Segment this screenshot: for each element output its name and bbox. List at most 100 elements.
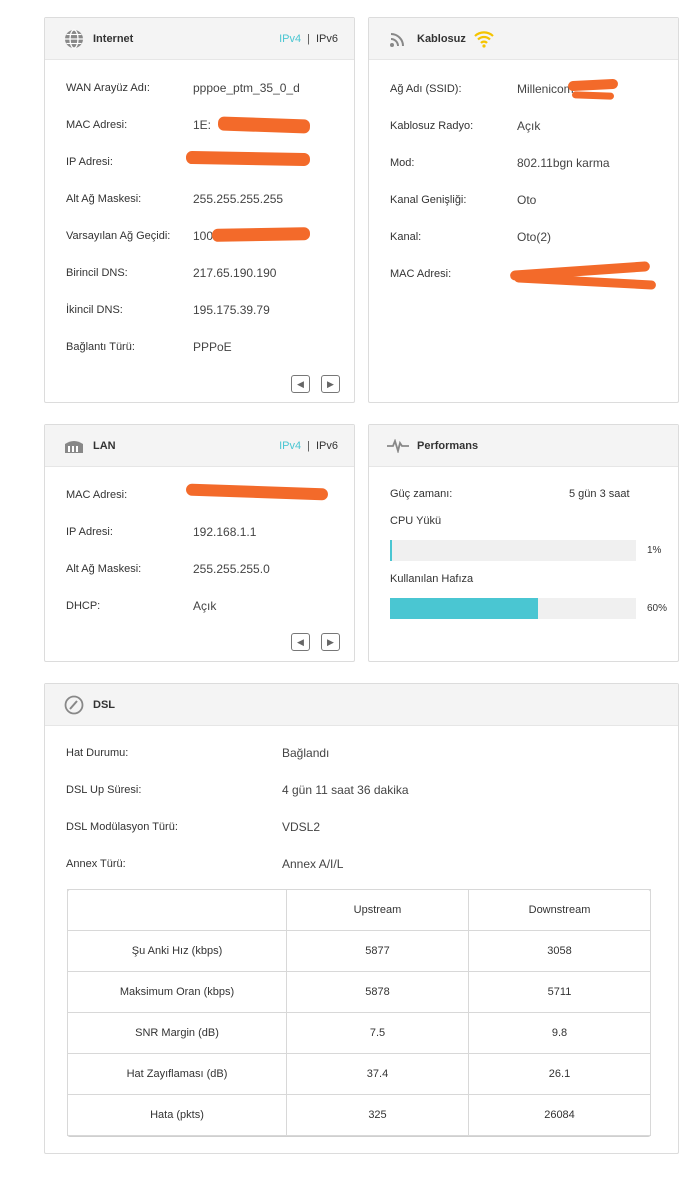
internet-info-label: Birincil DNS: xyxy=(66,267,128,279)
table-cell: 26084 xyxy=(468,1094,651,1136)
internet-info-label: IP Adresi: xyxy=(66,156,113,168)
lan-card: LAN IPv4 | IPv6 MAC Adresi: IP Adresi: 192… xyxy=(44,424,355,662)
wireless-info-value: Oto xyxy=(517,193,537,207)
wireless-info-label: Kablosuz Radyo: xyxy=(390,120,474,132)
cpu-load-value: 1% xyxy=(647,545,662,556)
dsl-info-value: 4 gün 11 saat 36 dakika xyxy=(282,783,409,797)
lan-port-icon xyxy=(63,435,85,457)
redaction-mark xyxy=(211,227,311,242)
internet-ipv6-tab[interactable]: IPv6 xyxy=(316,33,338,45)
performance-title: Performans xyxy=(417,439,479,452)
table-cell: Şu Anki Hız (kbps) xyxy=(67,930,287,972)
wireless-info-label: Mod: xyxy=(390,157,415,169)
wireless-info-value: Oto(2) xyxy=(517,230,552,244)
internet-info-value: 195.175.39.79 xyxy=(193,303,270,317)
internet-info-label: Alt Ağ Maskesi: xyxy=(66,193,142,205)
lan-info-value: Açık xyxy=(193,599,217,613)
uptime-label: Güç zamanı: xyxy=(390,488,453,500)
wireless-info-label: Kanal Genişliği: xyxy=(390,194,467,206)
internet-ip-separator: | xyxy=(307,33,310,45)
table-row: SNR Margin (dB) 7.5 9.8 xyxy=(67,1012,651,1054)
internet-next-button[interactable]: ▶ xyxy=(321,375,340,393)
dsl-info-label: Annex Türü: xyxy=(66,858,126,870)
wireless-info-label: Kanal: xyxy=(390,231,422,243)
uptime-value: 5 gün 3 saat xyxy=(569,488,630,500)
internet-card-header: Internet IPv4 | IPv6 xyxy=(45,18,354,60)
lan-card-header: LAN IPv4 | IPv6 xyxy=(45,425,354,467)
lan-info-value: 255.255.255.0 xyxy=(193,562,270,576)
table-header-cell: Downstream xyxy=(468,889,651,931)
lan-ip-switch: IPv4 | IPv6 xyxy=(279,425,338,467)
performance-card-header: Performans xyxy=(369,425,678,467)
pulse-icon xyxy=(387,435,409,457)
memory-label: Kullanılan Hafıza xyxy=(390,573,474,585)
performance-card: Performans Güç zamanı: 5 gün 3 saat CPU … xyxy=(368,424,679,662)
table-cell: 5878 xyxy=(286,971,469,1013)
dsl-info-label: Hat Durumu: xyxy=(66,747,129,759)
internet-info-label: Bağlantı Türü: xyxy=(66,341,135,353)
dsl-info-value: Annex A/I/L xyxy=(282,857,344,871)
table-cell: Maksimum Oran (kbps) xyxy=(67,971,287,1013)
internet-info-value: 1E: xyxy=(193,118,212,132)
dsl-info-value: VDSL2 xyxy=(282,820,321,834)
internet-info-label: WAN Arayüz Adı: xyxy=(66,82,150,94)
wifi-icon xyxy=(474,30,494,48)
dsl-card: DSL Hat Durumu: Bağlandı DSL Up Süresi: 4 g… xyxy=(44,683,679,1154)
cpu-load-label: CPU Yükü xyxy=(390,515,442,527)
lan-info-label: DHCP: xyxy=(66,600,101,612)
internet-prev-button[interactable]: ◀ xyxy=(291,375,310,393)
table-cell: 5711 xyxy=(468,971,651,1013)
internet-info-value: 255.255.255.255 xyxy=(193,192,284,206)
gauge-icon xyxy=(63,694,85,716)
table-cell: Hat Zayıflaması (dB) xyxy=(67,1053,287,1095)
cpu-load-bar xyxy=(390,540,636,561)
lan-ip-separator: | xyxy=(307,440,310,452)
cpu-load-bar-fill xyxy=(390,540,393,561)
internet-ipv4-tab[interactable]: IPv4 xyxy=(279,33,301,45)
table-row: Hata (pkts) 325 26084 xyxy=(67,1094,651,1136)
internet-title: Internet xyxy=(93,32,134,45)
lan-info-value: 192.168.1.1 xyxy=(193,525,257,539)
wireless-info-value: Açık xyxy=(517,119,541,133)
table-cell: 325 xyxy=(286,1094,469,1136)
table-cell: 5877 xyxy=(286,930,469,972)
lan-ipv6-tab[interactable]: IPv6 xyxy=(316,440,338,452)
internet-info-value: pppoe_ptm_35_0_d xyxy=(193,81,300,95)
dsl-info-label: DSL Up Süresi: xyxy=(66,784,142,796)
internet-card: Internet IPv4 | IPv6 WAN Arayüz Adı: pppo… xyxy=(44,17,355,403)
dsl-card-header: DSL xyxy=(45,684,678,726)
lan-info-label: MAC Adresi: xyxy=(66,489,128,501)
redaction-mark xyxy=(185,150,311,167)
table-row: Maksimum Oran (kbps) 5878 5711 xyxy=(67,971,651,1013)
table-cell: 9.8 xyxy=(468,1012,651,1054)
table-header-cell: Upstream xyxy=(286,889,469,931)
wireless-info-label: MAC Adresi: xyxy=(390,268,452,280)
internet-ip-switch: IPv4 | IPv6 xyxy=(279,18,338,60)
table-row: Şu Anki Hız (kbps) 5877 3058 xyxy=(67,930,651,972)
lan-ipv4-tab[interactable]: IPv4 xyxy=(279,440,301,452)
table-header-cell xyxy=(67,889,287,931)
table-cell: 26.1 xyxy=(468,1053,651,1095)
table-cell: 7.5 xyxy=(286,1012,469,1054)
dsl-info-value: Bağlandı xyxy=(282,746,330,760)
wireless-title: Kablosuz xyxy=(417,32,466,45)
internet-info-value: 217.65.190.190 xyxy=(193,266,277,280)
lan-next-button[interactable]: ▶ xyxy=(321,633,340,651)
dsl-info-label: DSL Modülasyon Türü: xyxy=(66,821,178,833)
lan-info-label: IP Adresi: xyxy=(66,526,113,538)
wireless-info-label: Ağ Adı (SSID): xyxy=(390,83,462,95)
internet-info-value: PPPoE xyxy=(193,340,232,354)
lan-info-label: Alt Ağ Maskesi: xyxy=(66,563,142,575)
wireless-card: Kablosuz Ağ Adı (SSID): Millenicom Kablosu… xyxy=(368,17,679,403)
wireless-info-value: 802.11bgn karma xyxy=(517,156,610,170)
wireless-card-header: Kablosuz xyxy=(369,18,678,60)
memory-value: 60% xyxy=(647,603,668,614)
dsl-stats-table: Upstream Downstream Şu Anki Hız (kbps) 5877… xyxy=(67,889,651,1136)
lan-title: LAN xyxy=(93,439,116,452)
wireless-info-value: Millenicom xyxy=(517,82,574,96)
table-row: Hat Zayıflaması (dB) 37.4 26.1 xyxy=(67,1053,651,1095)
table-cell: 3058 xyxy=(468,930,651,972)
internet-info-label: İkincil DNS: xyxy=(66,304,123,316)
lan-prev-button[interactable]: ◀ xyxy=(291,633,310,651)
table-cell: Hata (pkts) xyxy=(67,1094,287,1136)
